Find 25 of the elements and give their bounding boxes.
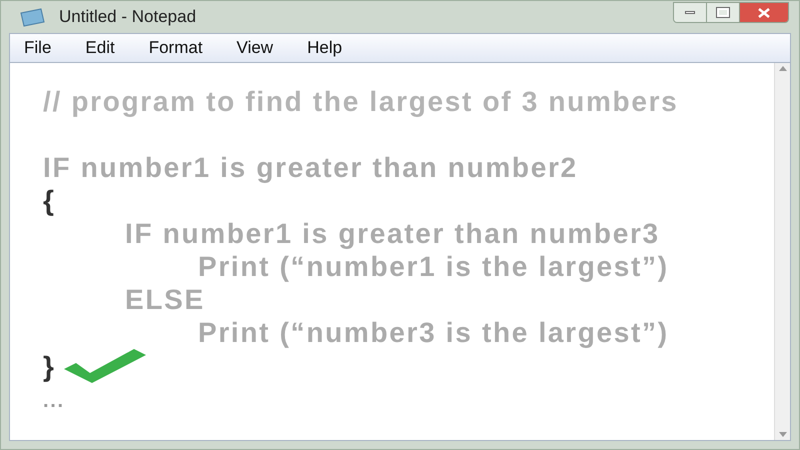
checkmark-icon [64,349,146,383]
menu-item[interactable]: Help [307,35,342,61]
menu-item[interactable]: Edit [85,35,115,61]
code-line: IF number1 is greater than number3 [125,217,660,250]
minimize-icon [685,11,695,14]
menu-item[interactable]: File [24,35,52,61]
code-line: Print (“number3 is the largest”) [198,316,669,349]
code-line: IF number1 is greater than number2 [43,151,578,184]
menu-item[interactable]: Format [148,35,203,61]
code-line: Print (“number1 is the largest”) [198,250,669,283]
maximize-icon [717,8,729,17]
code-line: { [43,184,56,217]
menu-item[interactable]: View [236,35,274,61]
code-line: } [43,350,56,382]
scroll-down-icon [778,432,786,437]
code-line: ... [43,391,65,411]
minimize-button[interactable] [674,3,707,22]
close-icon [758,8,770,18]
scroll-up-icon [778,66,786,71]
maximize-button[interactable] [707,3,740,22]
scrollbar[interactable] [774,63,790,440]
close-button[interactable] [740,3,788,22]
code-line: ELSE [125,283,205,316]
window-title: Untitled - Notepad [59,6,196,28]
code-comment: // program to find the largest of 3 numbers [43,85,678,118]
